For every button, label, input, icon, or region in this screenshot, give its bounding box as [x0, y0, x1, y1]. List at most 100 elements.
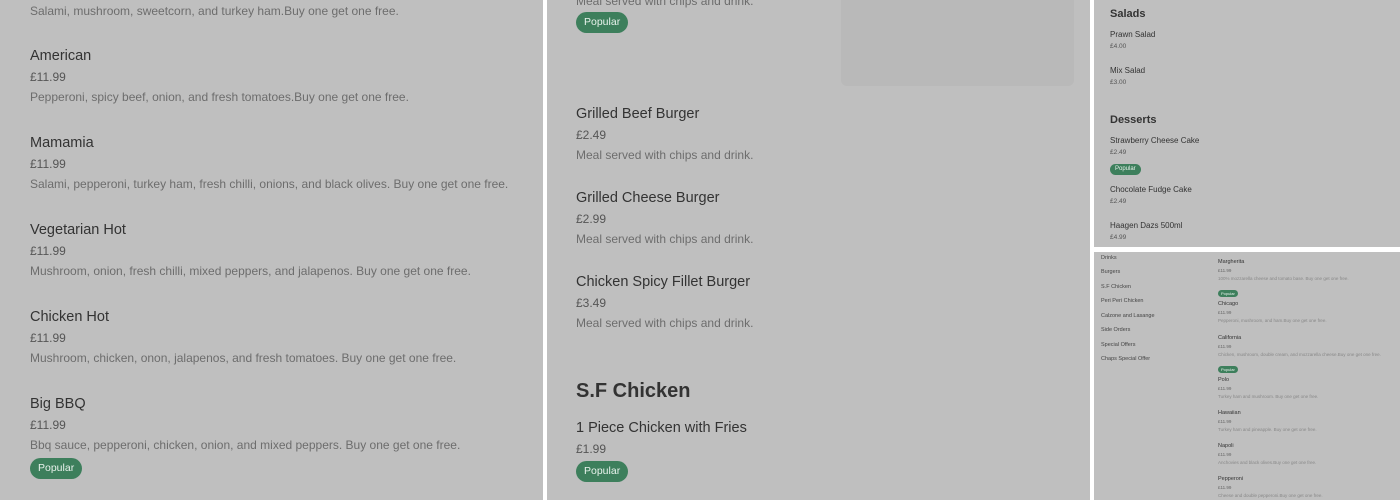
item-description: Salami, pepperoni, turkey ham, fresh chi…: [30, 177, 509, 191]
item-name: Haagen Dazs 500ml: [1110, 221, 1183, 230]
item-name: Chocolate Fudge Cake: [1110, 185, 1192, 194]
category-link-drinks[interactable]: Drinks: [1101, 255, 1117, 262]
item-name: 1 Piece Chicken with Fries: [576, 420, 747, 436]
popular-badge: Popular: [1218, 366, 1238, 373]
item-price: £11.99: [1218, 344, 1232, 349]
burger-menu-panel: Meal served with chips and drink. Popula…: [547, 0, 1090, 500]
category-link-side-orders[interactable]: Side Orders: [1101, 327, 1130, 334]
popular-badge: Popular: [576, 12, 629, 33]
menu-item[interactable]: Prawn Salad £4.00: [1110, 30, 1155, 51]
menu-item[interactable]: Chicken Spicy Fillet Burger £3.49 Meal s…: [576, 273, 753, 331]
item-name: Polo: [1218, 377, 1230, 383]
category-link-peri-peri-chicken[interactable]: Peri Peri Chicken: [1101, 298, 1144, 305]
item-name: Chicken Hot: [30, 309, 109, 325]
item-price: £3.00: [1110, 79, 1127, 86]
menu-item[interactable]: Mix Salad £3.00: [1110, 66, 1145, 87]
item-description: Turkey ham and mushroom. Buy one get one…: [1218, 394, 1319, 399]
item-name: Hawaiian: [1218, 410, 1241, 416]
menu-item[interactable]: Haagen Dazs 500ml £4.99: [1110, 221, 1182, 242]
item-name: California: [1218, 335, 1242, 341]
popular-badge: Popular: [30, 458, 83, 479]
popular-badge: Popular: [576, 461, 629, 482]
item-price: £11.99: [30, 157, 66, 171]
item-name: Big BBQ: [30, 396, 86, 412]
item-description: Pepperoni, mushroom, and ham.Buy one get…: [1218, 318, 1327, 323]
salads-desserts-panel: Salads Prawn Salad £4.00 Mix Salad £3.00…: [1094, 0, 1400, 247]
item-price: £2.49: [1110, 198, 1127, 205]
item-price: £11.99: [1218, 419, 1232, 424]
popular-badge: Popular: [1218, 290, 1238, 297]
popular-badge: Popular: [1110, 164, 1141, 175]
menu-overview-panel: Drinks Burgers S.F Chicken Peri Peri Chi…: [1094, 252, 1400, 500]
item-name: Pepperoni: [1218, 476, 1244, 482]
menu-item[interactable]: Strawberry Cheese Cake £2.49 Popular: [1110, 136, 1199, 175]
item-price: £11.99: [30, 244, 66, 258]
item-price: £4.99: [1110, 234, 1127, 241]
item-price: £11.99: [1218, 386, 1232, 391]
menu-item[interactable]: Mamamia £11.99 Salami, pepperoni, turkey…: [30, 134, 508, 192]
menu-item[interactable]: Polo £11.99 Turkey ham and mushroom. Buy…: [1218, 377, 1318, 400]
item-description: Meal served with chips and drink.: [576, 316, 754, 330]
item-name: Grilled Cheese Burger: [576, 190, 720, 206]
item-description: Meal served with chips and drink.: [576, 0, 754, 8]
category-link-chaps-special-offer[interactable]: Chaps Special Offer: [1101, 356, 1150, 363]
menu-item[interactable]: California £11.99 Chicken, mushroom, dou…: [1218, 335, 1381, 376]
menu-item[interactable]: Chicken Hot £11.99 Mushroom, chicken, on…: [30, 308, 456, 366]
item-price: £1.99: [576, 442, 607, 456]
item-description: Pepperoni, spicy beef, onion, and fresh …: [30, 90, 409, 104]
item-name: Chicago: [1218, 301, 1239, 307]
menu-item[interactable]: 1 Piece Chicken with Fries £1.99 Popular: [576, 419, 747, 482]
item-price: £3.49: [576, 296, 607, 310]
item-description: Meal served with chips and drink.: [576, 232, 754, 246]
menu-item[interactable]: Vegetarian Hot £11.99 Mushroom, onion, f…: [30, 221, 471, 279]
item-price: £11.99: [30, 331, 66, 345]
menu-item[interactable]: Big BBQ £11.99 Bbq sauce, pepperoni, chi…: [30, 395, 460, 479]
menu-item[interactable]: Chocolate Fudge Cake £2.49: [1110, 185, 1192, 206]
item-name: Napoli: [1218, 443, 1234, 449]
item-description: Chicken, mushroom, double cream, and moz…: [1218, 352, 1381, 357]
item-price: £11.99: [1218, 268, 1232, 273]
item-name: Margherita: [1218, 259, 1245, 265]
item-name: Mix Salad: [1110, 66, 1146, 75]
menu-item[interactable]: Hawaiian £11.99 Turkey ham and pineapple…: [1218, 410, 1317, 433]
category-link-calzone-lasange[interactable]: Calzone and Lasange: [1101, 313, 1155, 320]
item-image: [841, 0, 1074, 86]
item-description: Bbq sauce, pepperoni, chicken, onion, an…: [30, 438, 461, 452]
category-link-sf-chicken[interactable]: S.F Chicken: [1101, 284, 1131, 291]
menu-item[interactable]: Chicago £11.99 Pepperoni, mushroom, and …: [1218, 301, 1327, 324]
item-name: Vegetarian Hot: [30, 222, 126, 238]
item-name: Strawberry Cheese Cake: [1110, 136, 1200, 145]
item-description: Meal served with chips and drink.: [576, 148, 754, 162]
item-description: Mushroom, chicken, onon, jalapenos, and …: [30, 351, 457, 365]
menu-item[interactable]: American £11.99 Pepperoni, spicy beef, o…: [30, 47, 409, 105]
item-description: Mushroom, onion, fresh chilli, mixed pep…: [30, 264, 471, 278]
item-name: American: [30, 48, 92, 64]
item-price: £2.49: [1110, 149, 1127, 156]
item-description: 100% mozzarella cheese and tomato base. …: [1218, 276, 1349, 281]
item-name: Grilled Beef Burger: [576, 106, 700, 122]
item-price: £4.00: [1110, 43, 1127, 50]
category-link-special-offers[interactable]: Special Offers: [1101, 342, 1135, 349]
item-description: Cheese and double pepperoni.Buy one get …: [1218, 493, 1323, 498]
pizza-menu-panel: Salami, mushroom, sweetcorn, and turkey …: [0, 0, 543, 500]
menu-item[interactable]: Margherita £11.99 100% mozzarella cheese…: [1218, 259, 1349, 300]
item-price: £11.99: [30, 70, 66, 84]
item-price: £11.99: [30, 418, 66, 432]
menu-item[interactable]: Grilled Cheese Burger £2.99 Meal served …: [576, 189, 753, 247]
section-title: S.F Chicken: [576, 380, 691, 402]
item-price: £11.99: [1218, 452, 1232, 457]
section-title: Salads: [1110, 8, 1146, 20]
item-price: £2.99: [576, 212, 607, 226]
category-link-burgers[interactable]: Burgers: [1101, 269, 1120, 276]
menu-item[interactable]: Grilled Beef Burger £2.49 Meal served wi…: [576, 105, 753, 163]
item-description: Salami, mushroom, sweetcorn, and turkey …: [30, 4, 399, 18]
menu-item[interactable]: Pepperoni £11.99 Cheese and double peppe…: [1218, 476, 1323, 499]
item-name: Chicken Spicy Fillet Burger: [576, 274, 751, 290]
item-name: Mamamia: [30, 135, 94, 151]
item-price: £11.99: [1218, 485, 1232, 490]
section-title: Desserts: [1110, 114, 1157, 126]
item-price: £11.99: [1218, 310, 1232, 315]
menu-item[interactable]: Napoli £11.99 Anchovies and black olives…: [1218, 443, 1316, 466]
item-description: Turkey ham and pineapple. Buy one get on…: [1218, 427, 1317, 432]
item-description: Anchovies and black olives.Buy one get o…: [1218, 460, 1317, 465]
